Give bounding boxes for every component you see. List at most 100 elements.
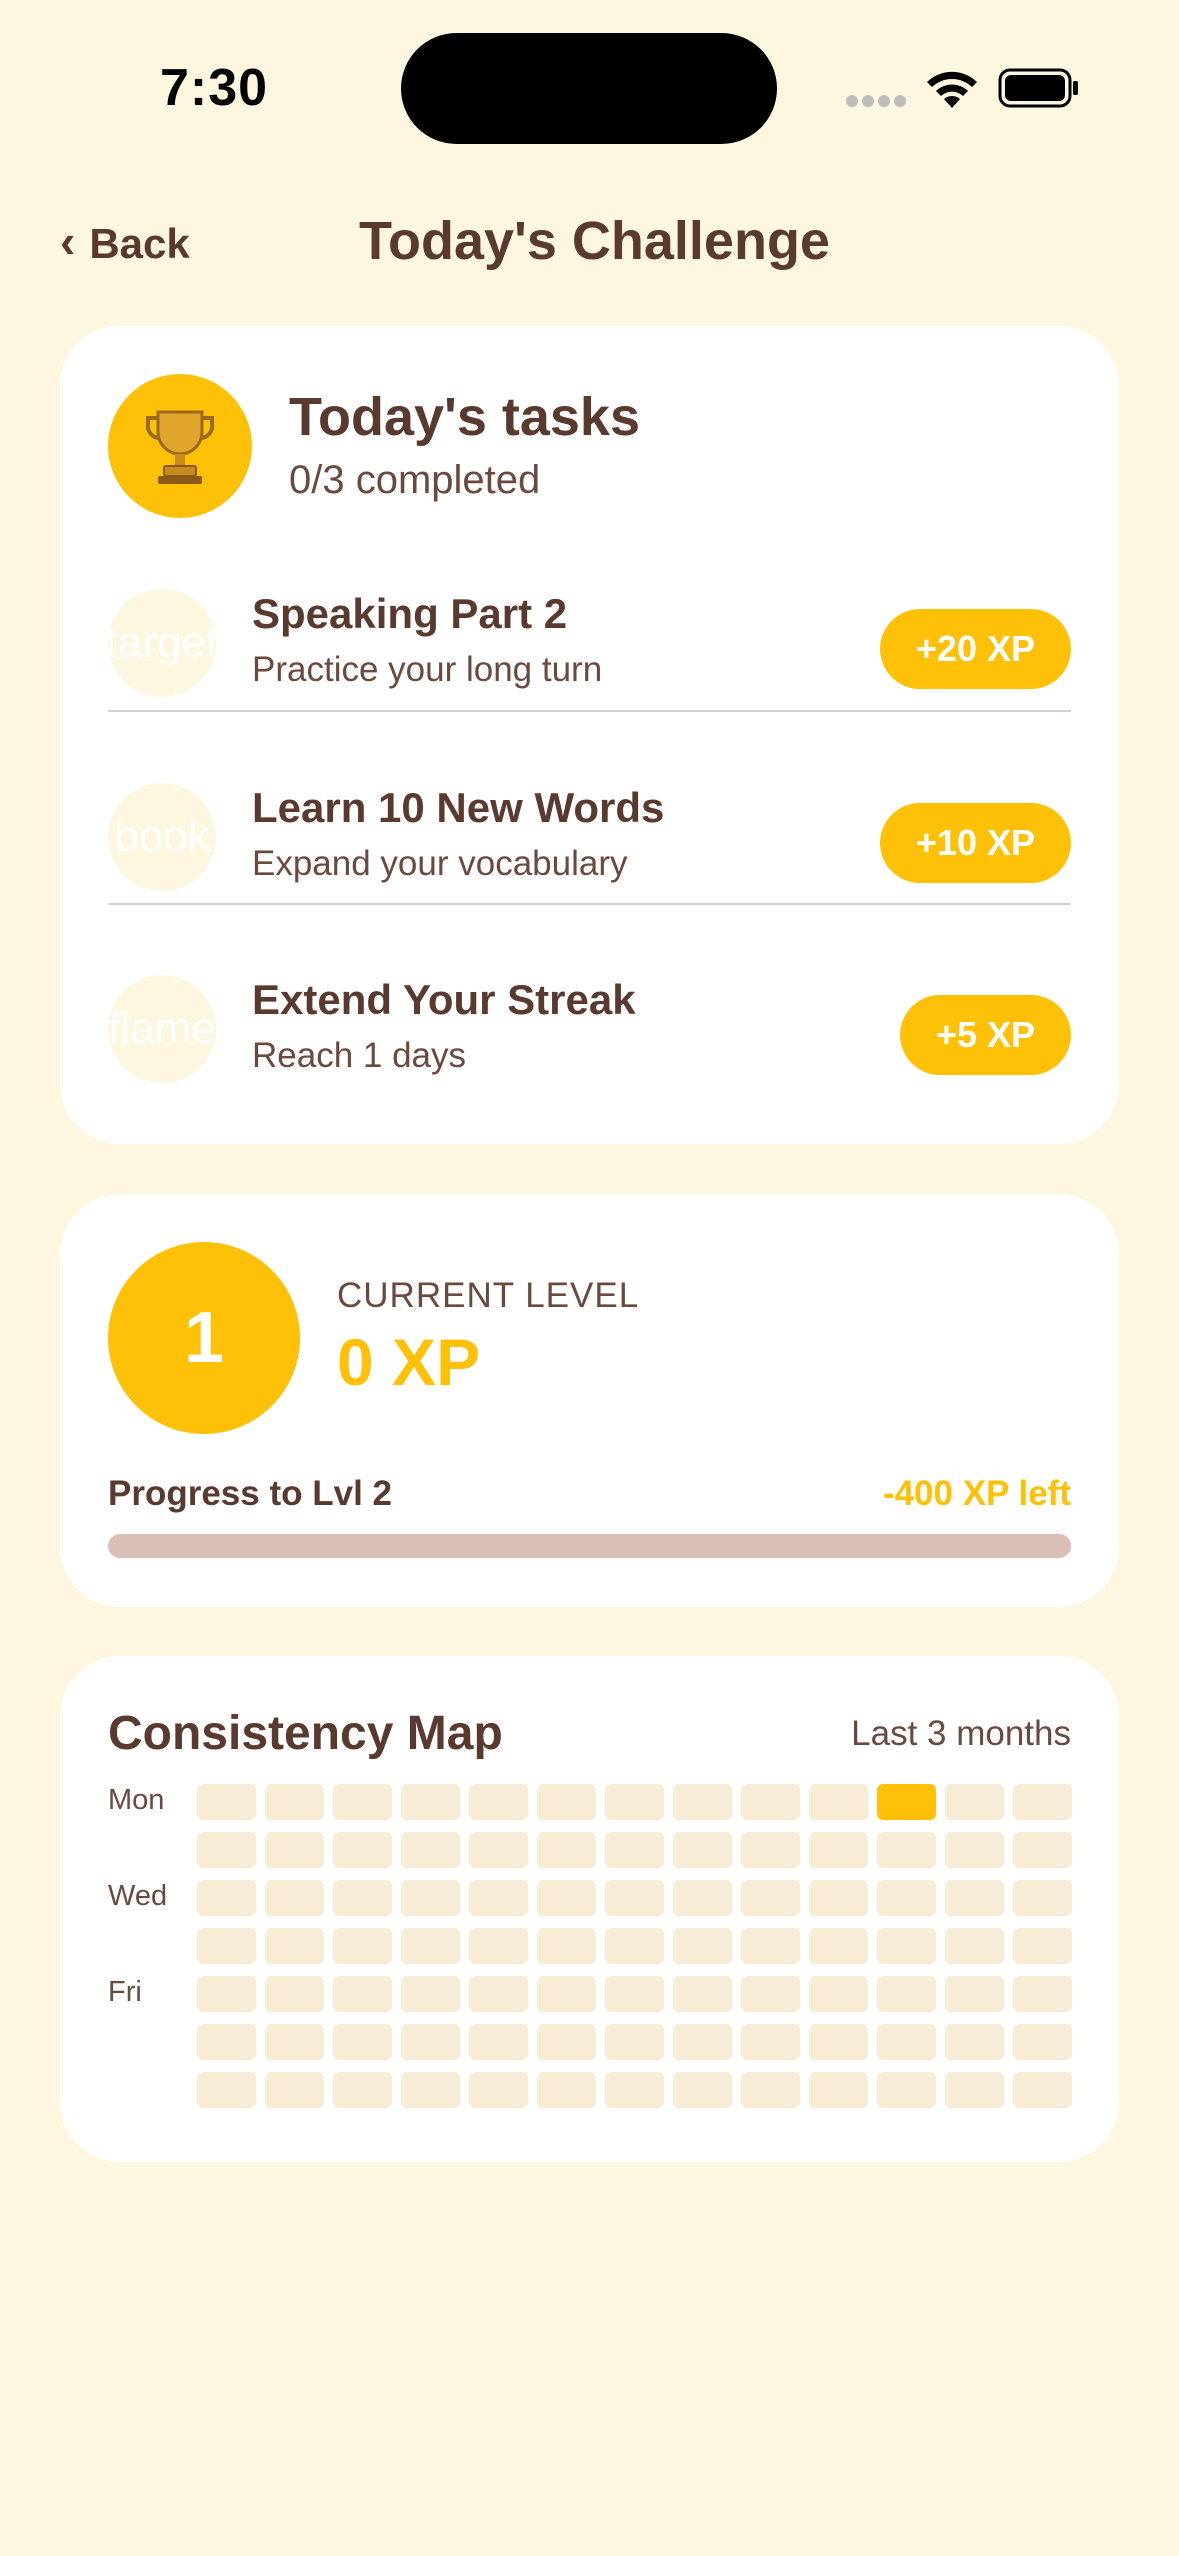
heatmap-cell (877, 2024, 936, 2060)
heatmap-cell (741, 1928, 800, 1964)
status-time: 7:30 (160, 59, 269, 117)
cellular-signal-icon (846, 95, 906, 107)
day-label-wed: Wed (108, 1880, 168, 1912)
heatmap-cell (265, 1784, 324, 1820)
heatmap-cell (945, 2072, 1004, 2108)
heatmap-cell (401, 1784, 460, 1820)
page-title: Today's Challenge (359, 211, 830, 271)
heatmap-cell (945, 1784, 1004, 1820)
tasks-progress-text: 0/3 completed (289, 458, 541, 502)
heatmap-cell (197, 1784, 256, 1820)
heatmap-cell (673, 2072, 732, 2108)
heatmap-cell (605, 2072, 664, 2108)
heatmap-cell (197, 1832, 256, 1868)
heatmap-cell (673, 1832, 732, 1868)
heatmap-cell (333, 1832, 392, 1868)
trophy-icon (145, 410, 215, 484)
heatmap-cell (537, 2072, 596, 2108)
heatmap-cell (809, 1976, 868, 2012)
heatmap-cell (401, 1832, 460, 1868)
heatmap-cell (469, 1784, 528, 1820)
trophy-badge (108, 374, 252, 518)
heatmap-cell (877, 1928, 936, 1964)
level-xp-value: 0 XP (337, 1325, 481, 1399)
heatmap-cell (1013, 1928, 1072, 1964)
heatmap-cell (673, 1784, 732, 1820)
xp-reward-badge: +20 XP (879, 609, 1071, 689)
heatmap-cell (401, 1928, 460, 1964)
heatmap-cell (741, 1976, 800, 2012)
status-bar: 7:30 (0, 0, 1179, 160)
heatmap-cell (333, 1880, 392, 1916)
task-name: Learn 10 New Words (252, 784, 665, 831)
heatmap-cell (265, 1928, 324, 1964)
wifi-icon (927, 71, 977, 108)
heatmap-cell (605, 1832, 664, 1868)
heatmap-cell (265, 1832, 324, 1868)
task-description: Reach 1 days (252, 1036, 467, 1075)
heatmap-cell (877, 2072, 936, 2108)
heatmap-cell (809, 1784, 868, 1820)
heatmap-cell (469, 1928, 528, 1964)
consistency-map-card: Consistency Map Last 3 months Mon Wed Fr… (60, 1656, 1119, 2162)
heatmap-cell (333, 1784, 392, 1820)
heatmap-cell (809, 2024, 868, 2060)
book-icon: book (108, 783, 216, 891)
divider (108, 903, 1071, 905)
progress-label: Progress to Lvl 2 (108, 1474, 392, 1513)
task-name: Extend Your Streak (252, 976, 636, 1023)
dynamic-island (401, 33, 777, 144)
task-row-speaking[interactable]: target Speaking Part 2 Practice your lon… (108, 560, 1071, 710)
heatmap-cell (197, 2024, 256, 2060)
heatmap-cell (333, 1976, 392, 2012)
heatmap-cell (945, 1928, 1004, 1964)
heatmap-cell (537, 1976, 596, 2012)
heatmap-cell (809, 1928, 868, 1964)
battery-icon (998, 68, 1078, 108)
heatmap-cell (197, 1928, 256, 1964)
heatmap-cell (1013, 1976, 1072, 2012)
heatmap-cell (605, 1928, 664, 1964)
heatmap-cell (673, 2024, 732, 2060)
task-description: Expand your vocabulary (252, 844, 628, 883)
heatmap-cell (401, 1880, 460, 1916)
heatmap-cell (537, 1880, 596, 1916)
heatmap-cell (333, 2072, 392, 2108)
tasks-title: Today's tasks (289, 387, 640, 447)
heatmap-cell (741, 1784, 800, 1820)
heatmap-cell (741, 1880, 800, 1916)
heatmap-cell (741, 1832, 800, 1868)
task-description: Practice your long turn (252, 650, 603, 689)
heatmap-cell (945, 2024, 1004, 2060)
task-row-streak[interactable]: flame Extend Your Streak Reach 1 days +5… (108, 946, 1071, 1096)
heatmap-cell (741, 2072, 800, 2108)
level-label: CURRENT LEVEL (337, 1276, 640, 1315)
heatmap-cell (469, 1832, 528, 1868)
heatmap-cell (673, 1976, 732, 2012)
map-range-selector[interactable]: Last 3 months (851, 1714, 1071, 1754)
progress-remaining: -400 XP left (882, 1474, 1071, 1513)
heatmap-cell (265, 2072, 324, 2108)
heatmap-cell (265, 1976, 324, 2012)
level-badge: 1 (108, 1242, 300, 1434)
task-row-words[interactable]: book Learn 10 New Words Expand your voca… (108, 754, 1071, 904)
heatmap-cell (265, 1880, 324, 1916)
heatmap-cell (333, 1928, 392, 1964)
target-icon: target (108, 589, 216, 697)
heatmap-cell (945, 1880, 1004, 1916)
level-progress-bar (108, 1534, 1071, 1558)
day-label-mon: Mon (108, 1784, 165, 1816)
heatmap-cell (537, 1928, 596, 1964)
heatmap-cell (469, 1880, 528, 1916)
xp-reward-badge: +10 XP (879, 803, 1071, 883)
heatmap-cell (605, 2024, 664, 2060)
flame-icon: flame (108, 975, 216, 1083)
tasks-card: Today's tasks 0/3 completed target Speak… (60, 326, 1119, 1144)
heatmap-cell (537, 1784, 596, 1820)
heatmap-cell (265, 2024, 324, 2060)
heatmap-cell (469, 2024, 528, 2060)
heatmap-cell (877, 1832, 936, 1868)
heatmap-cell (197, 2072, 256, 2108)
task-name: Speaking Part 2 (252, 590, 568, 637)
heatmap-cell (877, 1880, 936, 1916)
